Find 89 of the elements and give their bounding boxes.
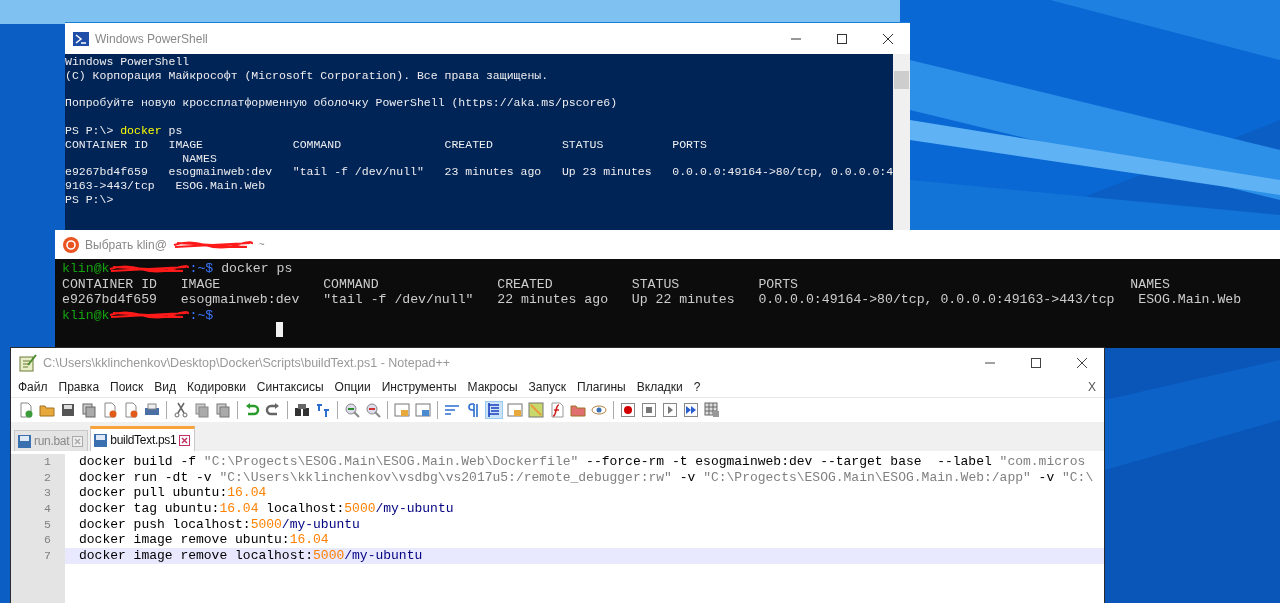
console-line: Попробуйте новую кроссплатформенную оболочку PowerShell (https://aka.ms/pscore6)	[65, 96, 619, 111]
code-line: docker image remove ubuntu:16.04	[78, 532, 329, 549]
line-number: 6	[11, 532, 65, 549]
code-line: docker run -dt -v "C:\Users\kklinchenkov\vsdbg\vs2017u5:/remote_debugger:rw" -v "C:\Progects\ESOG.Main\ESOG.Main.Web:/app" -v "C:\	[78, 469, 1094, 486]
redo-icon[interactable]	[265, 402, 281, 418]
maximize-icon[interactable]	[836, 32, 848, 45]
console-text: docker ps	[220, 261, 293, 277]
copy-icon[interactable]	[194, 402, 210, 418]
save-all-icon[interactable]	[81, 402, 97, 418]
pilcrow-icon[interactable]	[465, 402, 481, 418]
word-wrap-icon[interactable]	[444, 402, 460, 418]
menu-item[interactable]: Опции	[334, 380, 378, 394]
scrollbar[interactable]	[893, 54, 910, 231]
zoom-out-icon[interactable]	[365, 402, 381, 418]
code-line: docker pull ubuntu:16.04	[78, 485, 267, 502]
console-text: :~$	[189, 307, 214, 323]
menu-item[interactable]: Кодировки	[187, 380, 253, 394]
menu-item[interactable]: Запуск	[528, 380, 574, 394]
close-file-icon[interactable]	[102, 402, 118, 418]
menu-item[interactable]: Инструменты	[381, 380, 464, 394]
floppy-icon	[18, 434, 31, 448]
line-number: 4	[11, 501, 65, 517]
console-line: CONTAINER ID IMAGE COMMAND CREATED STATUS PORTS	[65, 137, 708, 152]
close-icon[interactable]	[882, 32, 894, 45]
console-line: (C) Корпорация Майкрософт (Microsoft Corporation). Все права защищены.	[65, 68, 550, 83]
code-line: docker build -f "C:\Progects\ESOG.Main\ESOG.Main.Web\Dockerfile" --force-rm -t esogmainweb:dev --target base --label "com.micros	[78, 454, 1086, 470]
console-text: :~$	[189, 261, 214, 277]
fast-forward-icon[interactable]	[683, 402, 699, 418]
console-line: 9163->443/tcp ESOG.Main.Web	[65, 179, 267, 193]
notepad-icon	[19, 353, 37, 372]
save-icon[interactable]	[60, 402, 76, 418]
grid-icon[interactable]	[704, 402, 720, 418]
menu-item[interactable]: Плагины	[577, 380, 633, 394]
powershell-icon	[73, 31, 89, 46]
tab-label: run.bat	[34, 434, 70, 448]
open-folder-icon[interactable]	[39, 402, 55, 418]
console-text: e9267bd4f659 esogmainweb:dev "tail -f /dev/null" 22 minutes ago Up 22 minutes 0.0.0.0:49164->80/tcp, 0.0.0.0:49163->443/tcp ESOG.Main.Web	[62, 292, 1242, 308]
window-title: Выбрать klin@	[85, 237, 167, 252]
window-title: Windows PowerShell	[95, 31, 208, 46]
console-line: PS P:\> docker ps	[65, 124, 184, 138]
code-line: docker image remove localhost:5000/my-ubuntu	[78, 548, 423, 564]
line-number: 7	[11, 548, 65, 564]
close-document-button[interactable]: X	[1088, 380, 1096, 394]
floppy-icon	[94, 433, 108, 447]
console-line: e9267bd4f659 esogmainweb:dev "tail -f /dev/null" 23 minutes ago Up 23 minutes 0.0.0.0:49164->80/tcp, 0.0.0.0:4	[65, 165, 894, 180]
binoculars-icon[interactable]	[294, 402, 310, 418]
window-title: C:\Users\kklinchenkov\Desktop\Docker\Scripts\buildText.ps1 - Notepad++	[43, 355, 451, 370]
console-text: CONTAINER ID IMAGE COMMAND CREATED STATUS PORTS NAMES	[62, 276, 1170, 292]
line-number: 1	[11, 454, 65, 470]
maximize-icon[interactable]	[1030, 356, 1042, 369]
title-suffix: ~	[258, 239, 265, 250]
menu-item[interactable]: Вид	[154, 380, 184, 394]
menu-item[interactable]: Синтаксисы	[256, 380, 331, 394]
ubuntu-icon	[63, 236, 79, 253]
indent-guide-icon[interactable]	[486, 402, 502, 418]
menu-item[interactable]: Правка	[58, 380, 107, 394]
sync-horizontal-icon[interactable]	[415, 402, 431, 418]
undo-icon[interactable]	[244, 402, 260, 418]
console-text: klin@k	[62, 261, 110, 277]
code-line: docker push localhost:5000/my-ubuntu	[78, 516, 360, 533]
code-line: docker tag ubuntu:16.04 localhost:5000/my-ubuntu	[78, 501, 454, 517]
zoom-in-icon[interactable]	[344, 402, 360, 418]
record-icon[interactable]	[620, 402, 636, 418]
line-number-gutter	[11, 563, 65, 603]
menu-item[interactable]: Поиск	[110, 380, 151, 394]
menu-item[interactable]: Макросы	[467, 380, 525, 394]
close-all-icon[interactable]	[123, 402, 139, 418]
close-icon[interactable]	[179, 434, 191, 446]
line-number: 3	[11, 485, 65, 502]
menu-item[interactable]: Файл	[18, 380, 55, 394]
folder-icon[interactable]	[570, 402, 586, 418]
play-icon[interactable]	[662, 402, 678, 418]
eye-icon[interactable]	[591, 402, 607, 418]
console-text: klin@k	[62, 307, 110, 323]
new-file-icon[interactable]	[18, 402, 34, 418]
tab-label: buildText.ps1	[110, 433, 177, 447]
replace-icon[interactable]	[315, 402, 331, 418]
function-icon[interactable]	[549, 402, 565, 418]
paste-icon[interactable]	[215, 402, 231, 418]
file-tab[interactable]: buildText.ps1	[90, 426, 196, 451]
stop-icon[interactable]	[641, 402, 657, 418]
print-icon[interactable]	[144, 402, 160, 418]
menu-item[interactable]: ?	[693, 380, 708, 394]
close-icon[interactable]	[1076, 356, 1088, 369]
cut-icon[interactable]	[173, 402, 189, 418]
console-line: NAMES	[181, 151, 218, 166]
console-line: PS P:\>	[65, 192, 115, 207]
console-line: Windows PowerShell	[65, 55, 191, 69]
menu-item[interactable]: Вкладки	[636, 380, 690, 394]
